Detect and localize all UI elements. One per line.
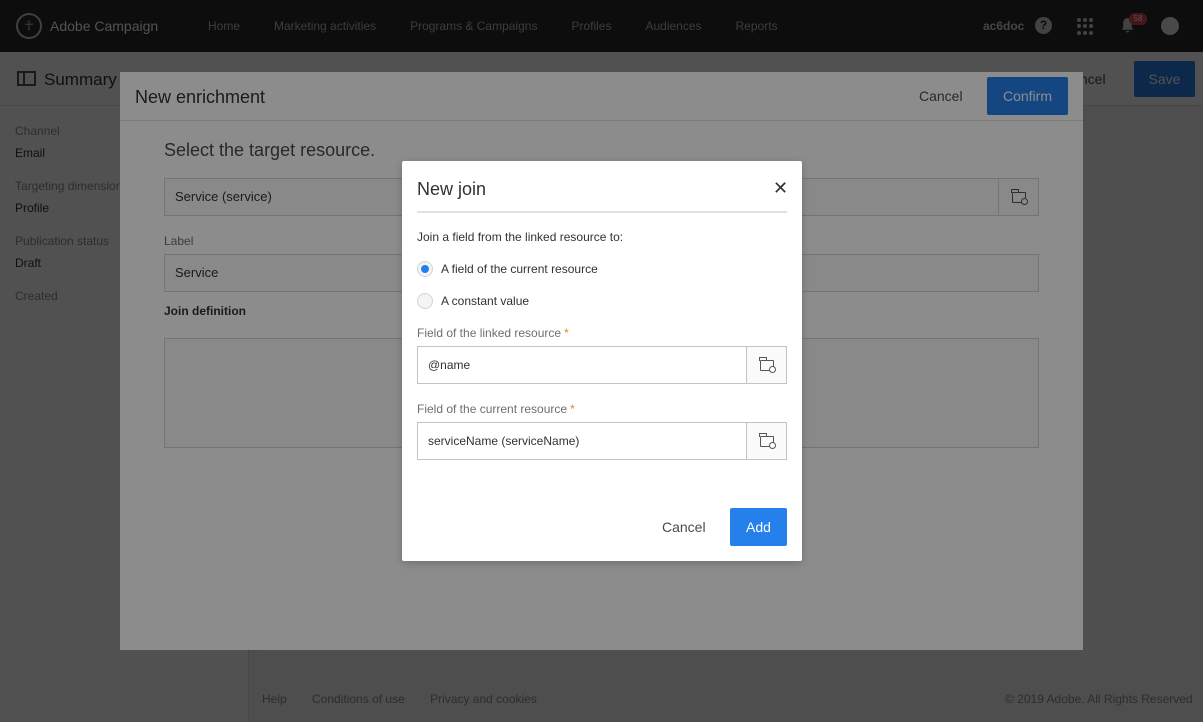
join-cancel-button[interactable]: Cancel	[662, 519, 706, 535]
linked-field-input[interactable]: @name	[417, 346, 787, 384]
option-label: A field of the current resource	[441, 262, 598, 276]
required-marker: *	[570, 402, 575, 416]
join-intro-text: Join a field from the linked resource to…	[417, 230, 624, 244]
current-field-value: serviceName (serviceName)	[428, 434, 580, 448]
linked-field-label: Field of the linked resource *	[417, 326, 569, 340]
join-add-button[interactable]: Add	[730, 508, 787, 546]
radio-unselected-icon[interactable]	[417, 293, 433, 309]
title-divider	[417, 211, 787, 213]
option-label: A constant value	[441, 294, 530, 308]
linked-field-browse-button[interactable]	[746, 347, 786, 383]
current-field-browse-button[interactable]	[746, 423, 786, 459]
linked-field-label-text: Field of the linked resource	[417, 326, 562, 340]
join-dialog-title: New join	[417, 179, 487, 199]
close-icon[interactable]: ✕	[773, 179, 788, 197]
radio-selected-icon[interactable]	[417, 261, 433, 277]
current-field-input[interactable]: serviceName (serviceName)	[417, 422, 787, 460]
option-current-resource-field[interactable]: A field of the current resource	[417, 261, 598, 277]
current-field-label: Field of the current resource *	[417, 402, 575, 416]
new-join-dialog: New join ✕ Join a field from the linked …	[402, 161, 802, 561]
option-constant-value[interactable]: A constant value	[417, 293, 529, 309]
current-field-label-text: Field of the current resource	[417, 402, 568, 416]
linked-field-value: @name	[428, 358, 471, 372]
folder-browse-icon	[759, 432, 776, 449]
required-marker: *	[564, 326, 569, 340]
folder-browse-icon	[759, 356, 776, 373]
